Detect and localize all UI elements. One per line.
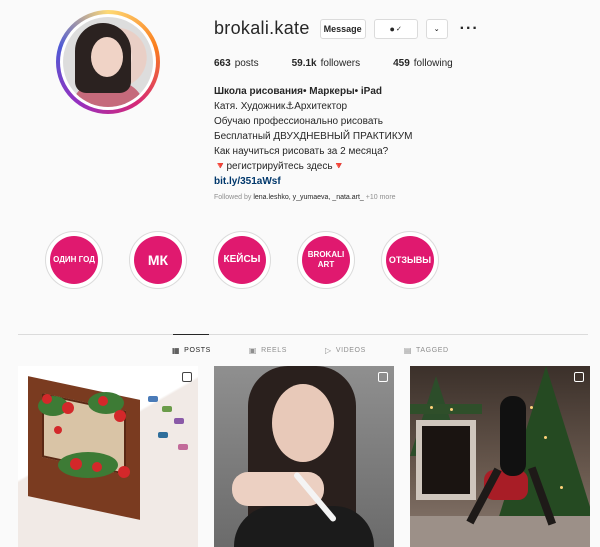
carousel-icon	[574, 372, 584, 382]
bio-line: Обучаю профессионально рисовать	[214, 116, 383, 127]
bio-line: Как научиться рисовать за 2 месяца?	[214, 146, 389, 157]
avatar-border	[60, 14, 156, 110]
post-thumbnail[interactable]	[410, 366, 590, 547]
profile-bio: Школа рисования• Маркеры• iPad Катя. Худ…	[214, 84, 514, 189]
profile-header: brokali.kate Message ● ✓ ⌄ ···	[214, 18, 479, 39]
bio-name: Школа рисования• Маркеры• iPad	[214, 86, 383, 97]
following-button[interactable]: ● ✓	[373, 18, 418, 39]
post-thumbnail[interactable]	[214, 366, 394, 547]
more-options-icon[interactable]: ···	[460, 20, 479, 38]
reels-icon: ▣	[248, 346, 258, 355]
bio-line: Катя. Художник⚓Архитектор	[214, 101, 348, 112]
highlight-mk[interactable]: МК	[129, 231, 187, 289]
highlight-one-year[interactable]: ОДИН ГОД	[45, 231, 103, 289]
active-tab-indicator	[173, 334, 209, 335]
check-icon: ✓	[395, 25, 402, 33]
grid-icon: ▦	[172, 346, 181, 355]
chevron-down-icon: ⌄	[433, 25, 440, 33]
tab-posts[interactable]: ▦ POSTS	[172, 346, 211, 355]
bio-link[interactable]: bit.ly/351aWsf	[214, 174, 514, 189]
tag-icon: ▤	[403, 346, 413, 355]
highlight-brokali-art[interactable]: BROKALI ART	[297, 231, 355, 289]
bio-line: Бесплатный ДВУХДНЕВНЫЙ ПРАКТИКУМ	[214, 131, 413, 142]
tab-videos[interactable]: ▷ VIDEOS	[325, 346, 366, 355]
profile-avatar[interactable]	[56, 10, 160, 114]
profile-tabs: ▦ POSTS ▣ REELS ▷ VIDEOS ▤ TAGGED	[172, 346, 487, 355]
avatar-photo	[63, 17, 153, 107]
post-thumbnail[interactable]	[18, 366, 198, 547]
play-icon: ▷	[325, 346, 332, 355]
tabs-divider	[18, 334, 588, 335]
posts-count: 663 posts	[214, 58, 259, 69]
highlight-reviews[interactable]: ОТЗЫВЫ	[381, 231, 439, 289]
highlight-cases[interactable]: КЕЙСЫ	[213, 231, 271, 289]
tab-reels[interactable]: ▣ REELS	[249, 346, 287, 355]
username: brokali.kate	[214, 18, 310, 38]
tab-tagged[interactable]: ▤ TAGGED	[404, 346, 449, 355]
following-link[interactable]: 459 following	[393, 58, 453, 69]
story-highlights: ОДИН ГОД МК КЕЙСЫ BROKALI ART ОТЗЫВЫ	[45, 231, 465, 289]
carousel-icon	[182, 372, 192, 382]
carousel-icon	[378, 372, 388, 382]
profile-stats: 663 posts 59.1k followers 459 following	[214, 58, 486, 69]
suggested-dropdown-button[interactable]: ⌄	[425, 18, 448, 39]
bio-line: 🔻регистрируйтесь здесь🔻	[214, 161, 346, 172]
followers-link[interactable]: 59.1k followers	[292, 58, 361, 69]
message-button[interactable]: Message	[319, 18, 366, 39]
followed-by[interactable]: Followed by lena.leshko, y_yumaeva, _nat…	[214, 194, 396, 201]
person-icon: ●	[389, 23, 395, 34]
